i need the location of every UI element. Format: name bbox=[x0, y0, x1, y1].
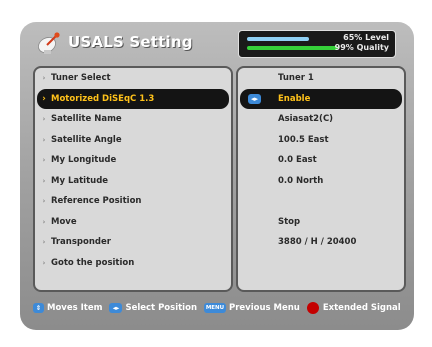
level-bar bbox=[247, 37, 309, 41]
left-right-arrows-icon: ◂▸ bbox=[109, 303, 123, 313]
value-text: 100.5 East bbox=[278, 134, 329, 145]
chevron-right-icon: › bbox=[42, 176, 46, 185]
menu-item-label: My Longitude bbox=[51, 155, 117, 165]
chevron-right-icon: › bbox=[42, 156, 46, 164]
value-move[interactable]: Stop bbox=[240, 212, 402, 232]
value-text: 3880 / H / 20400 bbox=[278, 237, 357, 247]
chevron-right-icon: › bbox=[42, 74, 46, 82]
menu-item-tuner-select[interactable]: › Tuner Select bbox=[37, 68, 229, 88]
menu-item-goto-position[interactable]: › Goto the position bbox=[37, 253, 229, 273]
value-my-longitude[interactable]: 0.0 East bbox=[240, 150, 402, 170]
value-goto-position[interactable] bbox=[240, 253, 402, 273]
left-right-arrows-icon: ◂▸ bbox=[248, 93, 261, 104]
value-text: Asiasat2(C) bbox=[278, 114, 334, 124]
help-bar: ⇕ Moves Item ◂▸ Select Position MENU Previo… bbox=[33, 300, 401, 316]
menu-item-satellite-angle[interactable]: › Satellite Angle bbox=[37, 130, 229, 150]
menu-item-move[interactable]: › Move bbox=[37, 212, 229, 232]
chevron-right-icon: › bbox=[42, 217, 46, 226]
menu-item-label: Satellite Angle bbox=[51, 134, 122, 145]
chevron-right-icon: › bbox=[42, 197, 46, 205]
chevron-right-icon: › bbox=[42, 258, 46, 267]
value-motorized-diseqc[interactable]: ◂▸ Enable bbox=[240, 88, 402, 109]
help-select-position: Select Position bbox=[125, 303, 197, 313]
settings-value-panel: Tuner 1 ◂▸ Enable Asiasat2(C) 100.5 East … bbox=[236, 66, 406, 292]
chevron-right-icon: › bbox=[42, 135, 46, 144]
help-extended-signal: Extended Signal bbox=[322, 303, 401, 313]
menu-key-icon: MENU bbox=[203, 303, 226, 313]
value-text: Stop bbox=[278, 216, 301, 227]
value-transponder[interactable]: 3880 / H / 20400 bbox=[240, 232, 402, 252]
value-text: Enable bbox=[278, 93, 311, 104]
menu-item-label: Move bbox=[51, 216, 77, 227]
menu-item-label: Motorized DiSEqC 1.3 bbox=[51, 93, 155, 104]
chevron-right-icon: › bbox=[42, 93, 46, 104]
settings-label-panel: › Tuner Select › Motorized DiSEqC 1.3 › Sat… bbox=[33, 66, 233, 292]
menu-item-label: Transponder bbox=[51, 237, 111, 247]
menu-item-satellite-name[interactable]: › Satellite Name bbox=[37, 109, 229, 129]
menu-item-motorized-diseqc[interactable]: › Motorized DiSEqC 1.3 bbox=[37, 88, 229, 109]
value-reference-position[interactable] bbox=[240, 191, 402, 211]
menu-item-label: Reference Position bbox=[51, 196, 142, 206]
value-text: 0.0 East bbox=[278, 155, 317, 165]
value-my-latitude[interactable]: 0.0 North bbox=[240, 171, 402, 191]
value-satellite-angle[interactable]: 100.5 East bbox=[240, 130, 402, 150]
menu-item-label: Satellite Name bbox=[51, 114, 122, 124]
help-moves-item: Moves Item bbox=[47, 303, 103, 313]
menu-item-my-longitude[interactable]: › My Longitude bbox=[37, 150, 229, 170]
menu-item-reference-position[interactable]: › Reference Position bbox=[37, 191, 229, 211]
satellite-dish-icon bbox=[38, 32, 60, 54]
up-down-arrows-icon: ⇕ bbox=[33, 303, 44, 313]
value-text: 0.0 North bbox=[278, 175, 324, 186]
chevron-right-icon: › bbox=[42, 115, 46, 123]
value-satellite-name[interactable]: Asiasat2(C) bbox=[240, 109, 402, 129]
signal-meter: 65% Level 99% Quality bbox=[238, 30, 396, 58]
page-title: USALS Setting bbox=[68, 33, 193, 51]
quality-label: 99% Quality bbox=[334, 43, 389, 52]
value-tuner-select[interactable]: Tuner 1 bbox=[240, 68, 402, 88]
menu-item-transponder[interactable]: › Transponder bbox=[37, 232, 229, 252]
red-button-icon bbox=[306, 302, 319, 314]
screen: USALS Setting 65% Level 99% Quality › Tun… bbox=[0, 0, 432, 347]
menu-item-label: My Latitude bbox=[51, 175, 109, 186]
menu-item-label: Tuner Select bbox=[51, 73, 111, 83]
quality-bar bbox=[247, 46, 339, 50]
value-text: Tuner 1 bbox=[278, 73, 314, 83]
level-label: 65% Level bbox=[343, 33, 389, 42]
menu-item-label: Goto the position bbox=[51, 257, 135, 268]
menu-item-my-latitude[interactable]: › My Latitude bbox=[37, 171, 229, 191]
chevron-right-icon: › bbox=[42, 238, 46, 246]
help-previous-menu: Previous Menu bbox=[228, 303, 300, 313]
